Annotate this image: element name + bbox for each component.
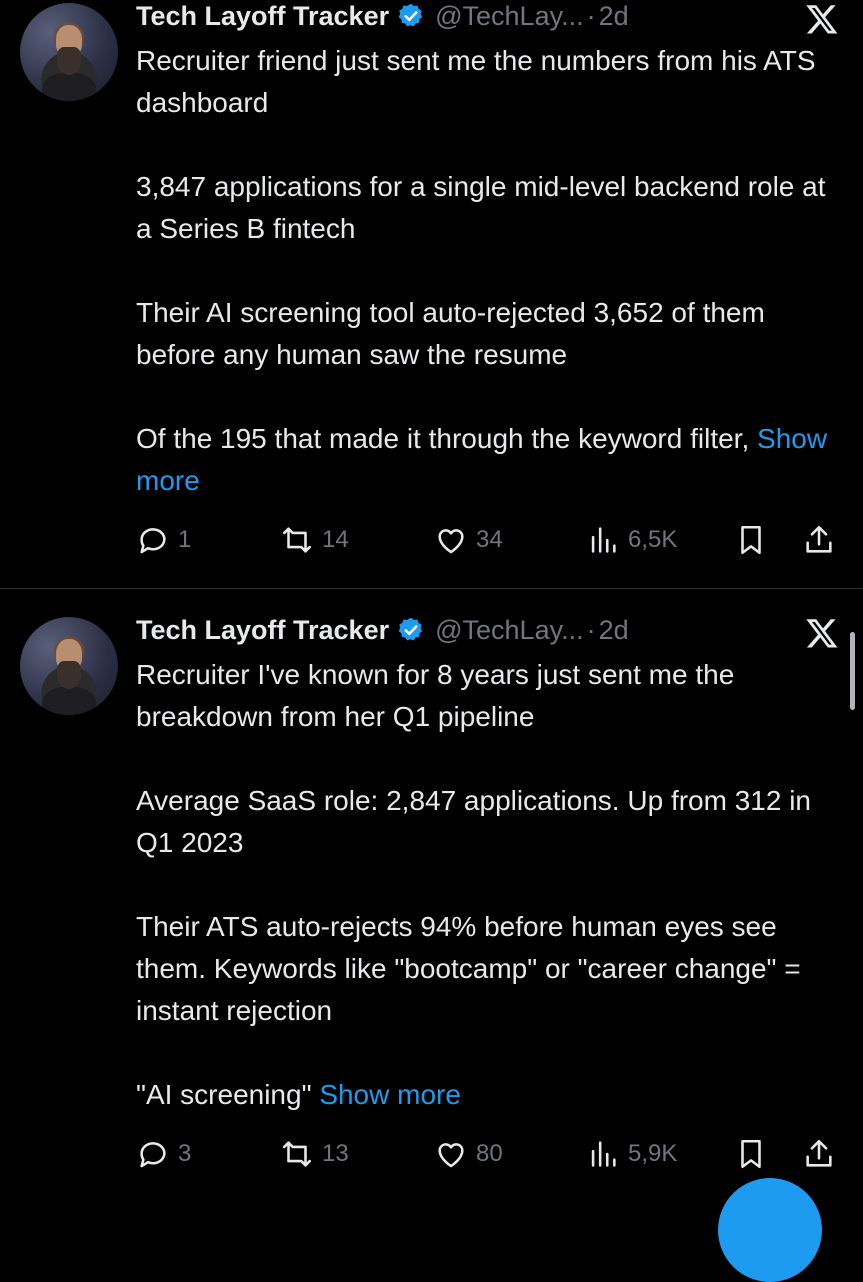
timestamp[interactable]: 2d: [599, 1, 629, 32]
bookmark-button[interactable]: [734, 523, 768, 557]
reply-icon: [140, 528, 166, 554]
views-button[interactable]: 6,5K: [586, 523, 677, 557]
views-icon: [591, 1141, 616, 1167]
verified-badge-icon: [398, 617, 423, 641]
show-more-link[interactable]: Show more: [319, 1079, 461, 1110]
share-button[interactable]: [802, 523, 836, 557]
retweet-button[interactable]: 14: [280, 523, 349, 557]
bookmark-icon: [741, 525, 761, 555]
tweet-line: 3,847 applications for a single mid-leve…: [136, 171, 826, 244]
like-count: 80: [476, 1140, 503, 1167]
tweet-text: Recruiter friend just sent me the number…: [136, 40, 836, 502]
retweet-button[interactable]: 13: [280, 1137, 349, 1171]
tweet-line: Their AI screening tool auto-rejected 3,…: [136, 297, 765, 370]
views-icon: [591, 527, 616, 553]
views-count: 6,5K: [628, 526, 678, 553]
tweet-divider: [0, 588, 863, 589]
author-handle[interactable]: @TechLay...: [435, 1, 583, 32]
share-icon: [806, 525, 832, 553]
action-bar: 1 14 34 6,5K: [136, 523, 836, 563]
separator-dot: ·: [586, 614, 596, 645]
author-name[interactable]: Tech Layoff Tracker: [136, 1, 389, 32]
views-count: 5,9K: [628, 1140, 678, 1167]
reply-button[interactable]: 3: [136, 1137, 191, 1171]
scrollbar[interactable]: [850, 632, 855, 710]
like-count: 34: [476, 526, 503, 553]
share-icon: [806, 1139, 832, 1167]
author-handle[interactable]: @TechLay...: [435, 615, 583, 646]
views-button[interactable]: 5,9K: [586, 1137, 677, 1171]
timestamp[interactable]: 2d: [599, 615, 629, 646]
like-button[interactable]: 34: [434, 523, 503, 557]
tweet-line: Of the 195 that made it through the keyw…: [136, 423, 750, 454]
tweet-line-last: Of the 195 that made it through the keyw…: [136, 418, 836, 502]
reply-count: 3: [178, 1140, 192, 1167]
reply-icon: [140, 1142, 166, 1168]
heart-icon: [438, 1143, 464, 1168]
x-logo-icon: [806, 5, 838, 34]
author-name[interactable]: Tech Layoff Tracker: [136, 615, 389, 646]
verified-badge-icon: [398, 3, 423, 27]
retweet-icon: [282, 1141, 312, 1167]
bookmark-icon: [741, 1139, 761, 1169]
reply-count: 1: [178, 526, 192, 553]
tweet-line-last: "AI screening" Show more: [136, 1074, 836, 1116]
like-button[interactable]: 80: [434, 1137, 503, 1171]
retweet-count: 13: [322, 1140, 349, 1167]
tweet-header: Tech Layoff Tracker @TechLay... · 2d: [136, 612, 629, 648]
retweet-count: 14: [322, 526, 349, 553]
retweet-icon: [282, 527, 312, 553]
tweet-text: Recruiter I've known for 8 years just se…: [136, 654, 836, 1116]
x-logo-icon: [806, 619, 838, 648]
bookmark-button[interactable]: [734, 1137, 768, 1171]
avatar[interactable]: [20, 617, 118, 715]
heart-icon: [438, 529, 464, 554]
action-bar: 3 13 80 5,9K: [136, 1137, 836, 1177]
tweet-line: Recruiter friend just sent me the number…: [136, 45, 816, 118]
compose-fab-button[interactable]: [718, 1178, 822, 1282]
tweet-line: "AI screening": [136, 1079, 312, 1110]
reply-button[interactable]: 1: [136, 523, 191, 557]
tweet-line: Recruiter I've known for 8 years just se…: [136, 659, 735, 732]
avatar[interactable]: [20, 3, 118, 101]
share-button[interactable]: [802, 1137, 836, 1171]
tweet-line: Their ATS auto-rejects 94% before human …: [136, 911, 801, 1026]
tweet-header: Tech Layoff Tracker @TechLay... · 2d: [136, 0, 629, 34]
tweet-line: Average SaaS role: 2,847 applications. U…: [136, 785, 812, 858]
separator-dot: ·: [586, 0, 596, 31]
